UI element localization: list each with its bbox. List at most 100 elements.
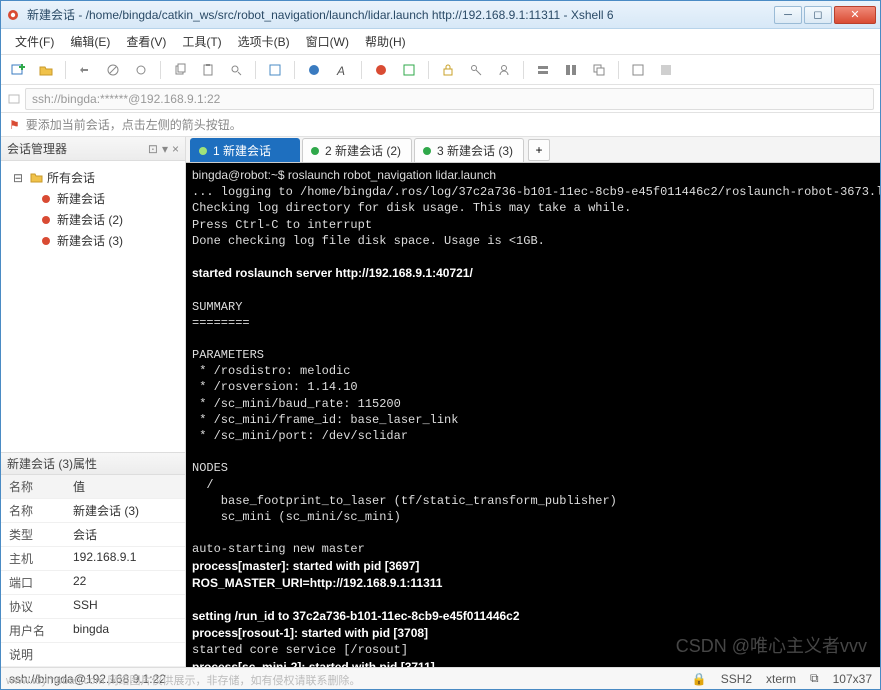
app-window: 新建会话 - /home/bingda/catkin_ws/src/robot_… [0, 0, 881, 690]
prop-key: 端口 [1, 571, 69, 594]
prop-val: bingda [69, 619, 185, 642]
sidebar-menu-icon[interactable]: ▾ [162, 142, 168, 156]
color-icon[interactable] [303, 59, 325, 81]
sidebar-close-icon[interactable]: × [172, 142, 179, 156]
tab[interactable]: 3 新建会话 (3) [414, 138, 524, 162]
tab-label: 2 新建会话 (2) [325, 142, 401, 159]
prop-header-val: 值 [69, 475, 185, 498]
status-dot-icon [423, 147, 431, 155]
paste-icon[interactable] [197, 59, 219, 81]
prop-key: 类型 [1, 523, 69, 546]
tree-item[interactable]: 新建会话 (2) [5, 209, 181, 230]
address-bar: ssh://bingda:******@192.168.9.1:22 [1, 85, 880, 113]
status-dot-icon [199, 147, 207, 155]
session-manager-header: 会话管理器 ⊡ ▾ × [1, 137, 185, 161]
prop-val: 新建会话 (3) [69, 499, 185, 522]
prop-key: 协议 [1, 595, 69, 618]
status-protocol: SSH2 [721, 672, 752, 686]
hint-text: 要添加当前会话，点击左侧的箭头按钮。 [26, 116, 242, 133]
tree-item[interactable]: 新建会话 (3) [5, 230, 181, 251]
address-input[interactable]: ssh://bingda:******@192.168.9.1:22 [25, 88, 874, 110]
reconnect-icon[interactable] [130, 59, 152, 81]
flag-icon: ⚑ [9, 118, 20, 132]
status-term: xterm [766, 672, 796, 686]
prop-key: 名称 [1, 499, 69, 522]
prop-key: 说明 [1, 643, 69, 666]
session-icon [39, 234, 53, 248]
find-icon[interactable] [225, 59, 247, 81]
minimize-button[interactable]: ─ [774, 6, 802, 24]
menu-file[interactable]: 文件(F) [9, 30, 60, 53]
session-icon [39, 192, 53, 206]
add-tab-button[interactable]: + [528, 139, 550, 161]
script-icon[interactable] [398, 59, 420, 81]
footer-note: www.toymoban.com 网络图片仅供展示，非存储，如有侵权请联系删除。 [6, 672, 360, 688]
prop-val: 22 [69, 571, 185, 594]
status-size-icon: ⧉ [810, 671, 819, 686]
status-size: 107x37 [833, 672, 872, 686]
tree-root[interactable]: ⊟ 所有会话 [5, 167, 181, 188]
fullscreen-icon[interactable] [627, 59, 649, 81]
prop-key: 用户名 [1, 619, 69, 642]
window-title: 新建会话 - /home/bingda/catkin_ws/src/robot_… [27, 6, 774, 23]
prop-val: SSH [69, 595, 185, 618]
font-icon[interactable]: A [331, 59, 353, 81]
user-icon[interactable] [493, 59, 515, 81]
prop-val [69, 643, 185, 666]
hint-bar: ⚑ 要添加当前会话，点击左侧的箭头按钮。 [1, 113, 880, 137]
addr-go-icon[interactable] [7, 92, 21, 106]
open-icon[interactable] [35, 59, 57, 81]
folder-icon [29, 171, 43, 185]
svg-text:A: A [336, 64, 345, 77]
disconnect-icon[interactable] [102, 59, 124, 81]
session-icon [39, 213, 53, 227]
xftp-icon[interactable] [370, 59, 392, 81]
prop-key: 主机 [1, 547, 69, 570]
prop-val: 192.168.9.1 [69, 547, 185, 570]
tab-label: 1 新建会话 [213, 142, 271, 159]
menu-edit[interactable]: 编辑(E) [64, 30, 116, 53]
property-grid: 新建会话 (3)属性 名称 值 名称新建会话 (3)类型会话主机192.168.… [1, 452, 185, 667]
status-dot-icon [311, 147, 319, 155]
prop-header-key: 名称 [1, 475, 69, 498]
tab-label: 3 新建会话 (3) [437, 142, 513, 159]
menu-window[interactable]: 窗口(W) [300, 30, 355, 53]
session-manager-label: 会话管理器 [7, 140, 67, 157]
menu-tabs[interactable]: 选项卡(B) [232, 30, 296, 53]
tab-bar: 1 新建会话 2 新建会话 (2) 3 新建会话 (3) + [186, 137, 880, 163]
menu-view[interactable]: 查看(V) [120, 30, 172, 53]
cascade-icon[interactable] [588, 59, 610, 81]
terminal[interactable]: bingda@robot:~$ roslaunch robot_navigati… [186, 163, 880, 667]
transparency-icon[interactable] [655, 59, 677, 81]
tree-root-label: 所有会话 [47, 169, 95, 186]
tile-v-icon[interactable] [560, 59, 582, 81]
main-area: 1 新建会话 2 新建会话 (2) 3 新建会话 (3) + bingda@robo… [186, 137, 880, 667]
menu-help[interactable]: 帮助(H) [359, 30, 412, 53]
copy-icon[interactable] [169, 59, 191, 81]
tab[interactable]: 1 新建会话 [190, 138, 300, 162]
menu-tools[interactable]: 工具(T) [176, 30, 227, 53]
connect-icon[interactable] [74, 59, 96, 81]
tree-item-label: 新建会话 (2) [57, 211, 123, 228]
close-button[interactable]: ✕ [834, 6, 876, 24]
toolbar: A [1, 55, 880, 85]
tree-item-label: 新建会话 [57, 190, 105, 207]
status-lock-icon: 🔒 [692, 672, 707, 686]
properties-icon[interactable] [264, 59, 286, 81]
collapse-icon[interactable]: ⊟ [13, 171, 25, 185]
app-icon [5, 7, 21, 23]
tree-item[interactable]: 新建会话 [5, 188, 181, 209]
session-tree: ⊟ 所有会话 新建会话 新建会话 (2) 新建会话 (3) [1, 161, 185, 452]
lock-icon[interactable] [437, 59, 459, 81]
menubar: 文件(F) 编辑(E) 查看(V) 工具(T) 选项卡(B) 窗口(W) 帮助(… [1, 29, 880, 55]
titlebar: 新建会话 - /home/bingda/catkin_ws/src/robot_… [1, 1, 880, 29]
property-title: 新建会话 (3)属性 [1, 453, 185, 475]
tile-h-icon[interactable] [532, 59, 554, 81]
sidebar-pin-icon[interactable]: ⊡ [148, 142, 158, 156]
tab[interactable]: 2 新建会话 (2) [302, 138, 412, 162]
new-session-icon[interactable] [7, 59, 29, 81]
sidebar: 会话管理器 ⊡ ▾ × ⊟ 所有会话 新建会话 [1, 137, 186, 667]
maximize-button[interactable]: ◻ [804, 6, 832, 24]
tree-item-label: 新建会话 (3) [57, 232, 123, 249]
key-icon[interactable] [465, 59, 487, 81]
